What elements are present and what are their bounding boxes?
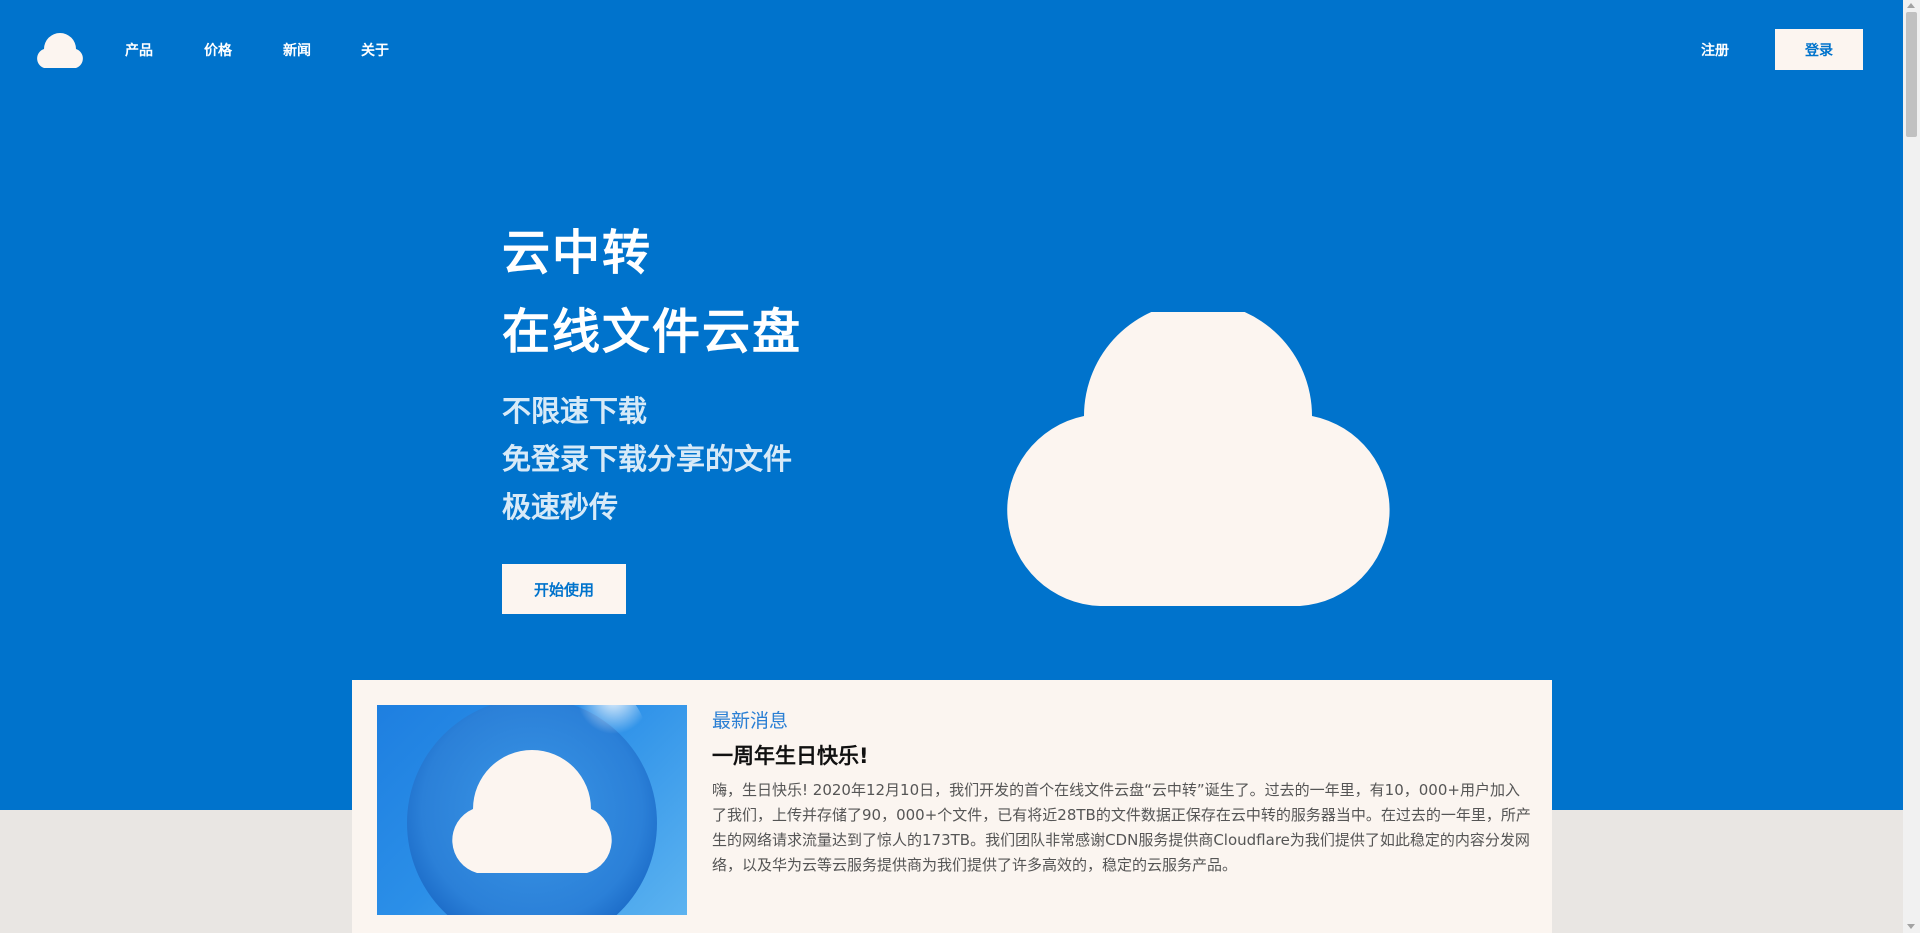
news-card[interactable]: 最新消息 一周年生日快乐! 嗨，生日快乐! 2020年12月10日，我们开发的首… [352,680,1552,933]
news-image [377,705,687,915]
hero-title-line1: 云中转 [502,225,653,281]
feature-item: 不限速下载 [502,394,648,428]
nav-link-pricing[interactable]: 价格 [204,40,232,60]
feature-item: 极速秒传 [502,490,619,524]
cloud-illustration-icon [407,705,657,915]
hero-title-line2: 在线文件云盘 [502,304,803,360]
get-started-button[interactable]: 开始使用 [502,564,626,614]
scroll-up-icon[interactable] [1907,3,1915,8]
register-link[interactable]: 注册 [1701,40,1729,60]
feature-item: 免登录下载分享的文件 [502,442,793,476]
login-button[interactable]: 登录 [1775,29,1863,70]
scrollbar-thumb[interactable] [1906,12,1917,137]
news-section-label: 最新消息 [712,710,789,732]
hero-cloud-icon [1007,312,1390,606]
nav-link-products[interactable]: 产品 [125,40,153,60]
nav-link-news[interactable]: 新闻 [283,40,311,60]
scroll-down-icon[interactable] [1907,924,1915,929]
news-body: 嗨，生日快乐! 2020年12月10日，我们开发的首个在线文件云盘“云中转”诞生… [712,781,1531,874]
news-title[interactable]: 一周年生日快乐! [712,740,869,770]
page-scrollbar[interactable] [1903,0,1920,933]
logo-cloud-icon[interactable] [34,29,86,69]
nav-link-about[interactable]: 关于 [361,40,389,60]
